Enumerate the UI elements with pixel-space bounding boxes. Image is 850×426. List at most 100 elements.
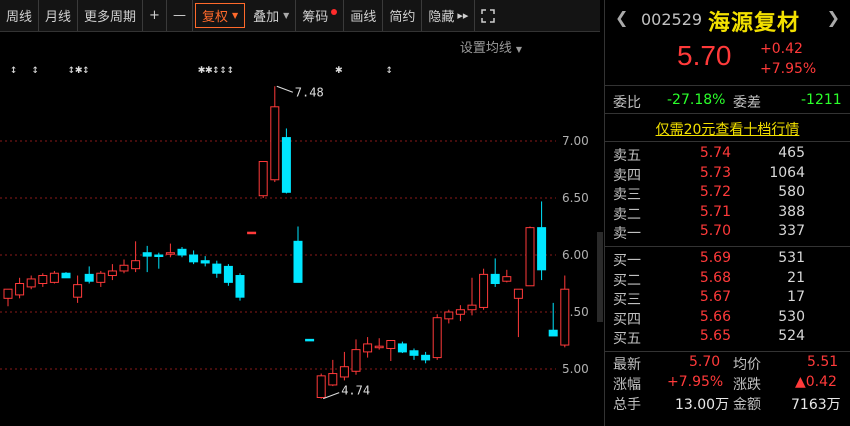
- candle-body: [270, 106, 280, 181]
- low-price-label: 4.74: [341, 384, 370, 398]
- ask-row: 卖一 5.70 337: [613, 223, 805, 243]
- candle-body: [374, 345, 384, 349]
- candle-body: [258, 161, 268, 197]
- stats-row-volume: 总手 13.00万 金额 7163万: [613, 396, 841, 413]
- candle-body: [15, 283, 25, 296]
- chevron-left-icon[interactable]: ❮: [615, 8, 628, 27]
- commission-row: 委比 -27.18% 委差 -1211: [605, 86, 850, 114]
- ask-row: 卖二 5.71 388: [613, 203, 805, 223]
- candle-body: [131, 260, 141, 270]
- candle-body: [235, 275, 245, 298]
- overlay-dropdown[interactable]: 叠加 ▼: [247, 0, 297, 31]
- candle-body: [548, 329, 558, 337]
- high-price-label: 7.48: [295, 85, 324, 99]
- more-periods-button[interactable]: 更多周期: [78, 0, 144, 31]
- candle-body: [490, 273, 500, 285]
- y-tick-label: 6.50: [562, 191, 589, 205]
- kline-chart[interactable]: 5.00 5.50 6.00 6.50 7.00 7.48 4.74 ↕ ↕ ↕✱↕ ✱✱↕↕…: [0, 33, 600, 426]
- hide-button[interactable]: 隐藏 ▸▸: [422, 0, 476, 31]
- stats-row-change: 涨幅 +7.95% 涨跌 ▲0.42: [613, 373, 837, 393]
- bid-row: 买三 5.67 17: [613, 289, 805, 309]
- notification-dot-icon: [331, 8, 338, 15]
- candle-body: [212, 263, 222, 274]
- candle-body: [328, 373, 338, 386]
- candle-body: [200, 260, 210, 264]
- price-change-percent: +7.95%: [760, 61, 817, 77]
- chevron-right-icon[interactable]: ❯: [827, 8, 840, 27]
- stock-name: 海源复材: [708, 11, 801, 36]
- candle-body: [525, 227, 535, 287]
- ask-row: 卖三 5.72 580: [613, 184, 805, 204]
- price-change: +0.42: [760, 41, 803, 57]
- candle-body: [421, 354, 431, 361]
- candle-body: [73, 284, 83, 298]
- candle-body: [281, 137, 291, 193]
- bid-row: 买二 5.68 21: [613, 269, 805, 289]
- candle-body: [96, 272, 106, 283]
- candle-body: [49, 272, 59, 283]
- candle-body: [119, 264, 129, 272]
- candle-body: [351, 349, 361, 372]
- candle-body: [560, 288, 570, 346]
- adjust-price-dropdown[interactable]: 复权 ▼: [194, 3, 246, 28]
- commission-diff-value: -1211: [801, 92, 842, 108]
- quote-panel: ❮ 002529 海源复材 ❯ 5.70 +0.42 +7.95% 委比 -27…: [604, 0, 850, 426]
- candle-body: [142, 252, 152, 257]
- commission-ratio-label: 委比: [613, 95, 641, 111]
- chart-toolbar: 周线 月线 更多周期 + — 复权 ▼ 叠加 ▼ 筹码 画线 简约 隐藏 ▸▸: [0, 0, 600, 32]
- candle-body: [26, 278, 36, 288]
- y-tick-label: 7.00: [562, 134, 589, 148]
- stats-row-latest: 最新 5.70 均价 5.51: [613, 353, 839, 373]
- stats-block: 最新 5.70 均价 5.51 涨幅 +7.95% 涨跌 ▲0.42 总手 13…: [605, 352, 850, 414]
- candle-body: [223, 265, 233, 283]
- candle-body: [455, 309, 465, 315]
- candle-body: [513, 288, 523, 299]
- weekly-button[interactable]: 周线: [0, 0, 40, 31]
- bid-row: 买四 5.66 530: [613, 308, 805, 328]
- last-price: 5.70: [677, 40, 732, 71]
- caret-down-icon: ▼: [515, 45, 522, 54]
- high-pointer: [276, 85, 293, 93]
- zoom-in-button[interactable]: +: [143, 0, 167, 31]
- candle-body: [61, 272, 71, 279]
- commission-ratio-value: -27.18%: [667, 92, 726, 108]
- candle-body: [165, 252, 175, 255]
- candle-body: [386, 340, 396, 349]
- caret-down-icon: ▼: [283, 11, 290, 20]
- candle-body: [189, 254, 199, 263]
- quote-header: ❮ 002529 海源复材 ❯ 5.70 +0.42 +7.95%: [605, 0, 850, 86]
- commission-diff-label: 委差: [733, 95, 761, 111]
- bid-row: 买一 5.69 531: [613, 249, 805, 269]
- monthly-button[interactable]: 月线: [39, 0, 79, 31]
- ask-row: 卖五 5.74 465: [613, 145, 805, 164]
- kline-chart-canvas: 5.005.506.006.507.007.484.74↕ ↕ ↕✱↕ ✱✱↕↕…: [0, 62, 589, 400]
- y-tick-label: 6.00: [562, 248, 589, 262]
- candle-body: [84, 273, 94, 282]
- candle-body: [502, 276, 512, 282]
- candle-body: [305, 338, 315, 342]
- chip-distribution-button[interactable]: 筹码: [296, 0, 345, 31]
- candle-body: [467, 304, 477, 311]
- chart-splitter-handle[interactable]: [597, 232, 603, 322]
- candle-body: [316, 375, 326, 398]
- ma-setting-dropdown[interactable]: 设置均线 ▼: [460, 37, 522, 56]
- draw-line-button[interactable]: 画线: [344, 0, 384, 31]
- y-tick-label: 5.00: [562, 362, 589, 376]
- candle-body: [154, 254, 164, 257]
- simple-mode-button[interactable]: 简约: [383, 0, 423, 31]
- event-markers: ↕ ↕ ↕✱↕ ✱✱↕↕↕ ✱ ↕: [10, 62, 393, 76]
- candle-body: [363, 343, 373, 353]
- candle-body: [444, 311, 454, 320]
- candle-body: [293, 240, 303, 283]
- promo-row: 仅需20元查看十档行情: [605, 114, 850, 142]
- double-chevron-right-icon: ▸▸: [457, 9, 469, 22]
- stock-code: 002529: [641, 10, 703, 29]
- level2-promo-link[interactable]: 仅需20元查看十档行情: [656, 122, 800, 138]
- zoom-out-button[interactable]: —: [167, 0, 193, 31]
- candle-body: [107, 270, 117, 277]
- bid-row: 买五 5.65 524: [613, 328, 805, 348]
- expand-icon[interactable]: [475, 0, 501, 31]
- caret-down-icon: ▼: [231, 11, 239, 20]
- bid-book: 买一 5.69 531 买二 5.68 21 买三 5.67 17 买四 5.66 530 买五…: [605, 247, 850, 352]
- candle-body: [537, 227, 547, 271]
